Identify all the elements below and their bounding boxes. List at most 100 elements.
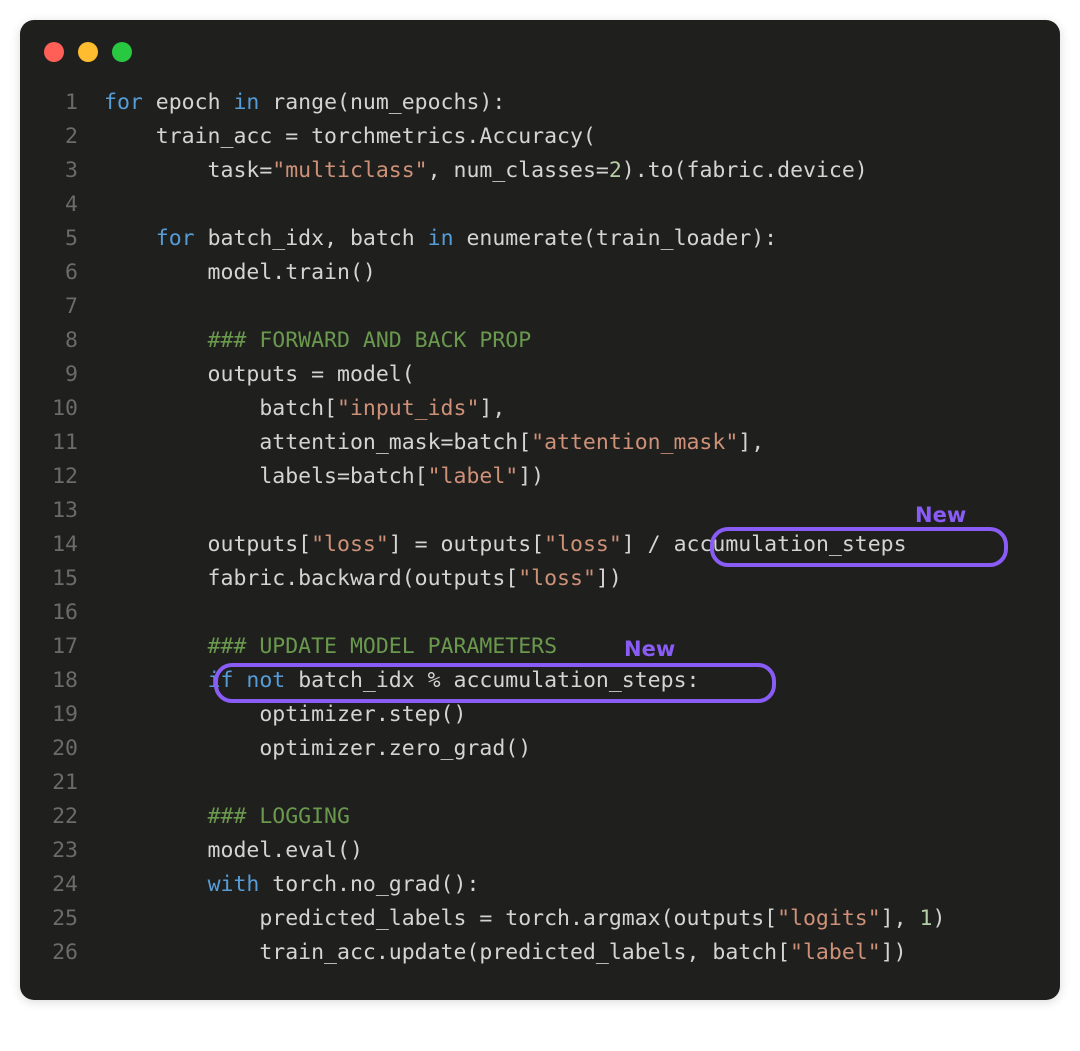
token-id: attention_mask=batch[ (104, 430, 531, 455)
code-text[interactable]: for batch_idx, batch in enumerate(train_… (104, 222, 1036, 256)
code-text[interactable]: for epoch in range(num_epochs): (104, 86, 1036, 120)
code-text[interactable]: attention_mask=batch["attention_mask"], (104, 426, 1036, 460)
token-id: ]) (518, 464, 544, 489)
code-line[interactable]: 26 train_acc.update(predicted_labels, ba… (32, 936, 1036, 970)
code-text[interactable]: ### LOGGING (104, 800, 1036, 834)
code-line[interactable]: 1for epoch in range(num_epochs): (32, 86, 1036, 120)
line-number: 13 (32, 494, 104, 528)
zoom-icon[interactable] (112, 42, 132, 62)
code-line[interactable]: 7 (32, 290, 1036, 324)
token-id: optimizer.zero_grad() (104, 736, 531, 761)
token-kw: in (233, 90, 259, 115)
code-text[interactable]: predicted_labels = torch.argmax(outputs[… (104, 902, 1036, 936)
token-id: ] / accumulation_steps (622, 532, 907, 557)
code-line[interactable]: 3 task="multiclass", num_classes=2).to(f… (32, 154, 1036, 188)
code-line[interactable]: 18 if not batch_idx % accumulation_steps… (32, 664, 1036, 698)
token-kw: with (208, 872, 260, 897)
code-line[interactable]: 5 for batch_idx, batch in enumerate(trai… (32, 222, 1036, 256)
code-text[interactable]: ### FORWARD AND BACK PROP (104, 324, 1036, 358)
token-id (104, 328, 208, 353)
token-id: ] = outputs[ (389, 532, 544, 557)
token-cmt: ### FORWARD AND BACK PROP (208, 328, 532, 353)
code-text[interactable]: model.train() (104, 256, 1036, 290)
code-line[interactable]: 20 optimizer.zero_grad() (32, 732, 1036, 766)
code-text[interactable]: batch["input_ids"], (104, 392, 1036, 426)
code-line[interactable]: 4 (32, 188, 1036, 222)
line-number: 20 (32, 732, 104, 766)
token-kw: if (208, 668, 234, 693)
token-kw: for (156, 226, 195, 251)
line-number: 22 (32, 800, 104, 834)
code-line[interactable]: 23 model.eval() (32, 834, 1036, 868)
code-text[interactable]: train_acc.update(predicted_labels, batch… (104, 936, 1036, 970)
token-id: ], (738, 430, 764, 455)
code-text[interactable]: if not batch_idx % accumulation_steps: (104, 664, 1036, 698)
code-line[interactable]: 19 optimizer.step() (32, 698, 1036, 732)
code-window: New New 1for epoch in range(num_epochs):… (20, 20, 1060, 1000)
line-number: 24 (32, 868, 104, 902)
code-text[interactable] (104, 494, 1036, 528)
code-text[interactable]: optimizer.zero_grad() (104, 732, 1036, 766)
code-text[interactable] (104, 596, 1036, 630)
code-text[interactable]: labels=batch["label"]) (104, 460, 1036, 494)
code-text[interactable]: task="multiclass", num_classes=2).to(fab… (104, 154, 1036, 188)
line-number: 1 (32, 86, 104, 120)
code-line[interactable]: 16 (32, 596, 1036, 630)
token-id: optimizer.step() (104, 702, 466, 727)
code-text[interactable]: fabric.backward(outputs["loss"]) (104, 562, 1036, 596)
code-line[interactable]: 12 labels=batch["label"]) (32, 460, 1036, 494)
code-line[interactable]: 25 predicted_labels = torch.argmax(outpu… (32, 902, 1036, 936)
code-text[interactable]: with torch.no_grad(): (104, 868, 1036, 902)
token-cmt: ### UPDATE MODEL PARAMETERS (208, 634, 558, 659)
minimize-icon[interactable] (78, 42, 98, 62)
token-id: outputs[ (104, 532, 311, 557)
code-text[interactable] (104, 766, 1036, 800)
code-text[interactable]: optimizer.step() (104, 698, 1036, 732)
token-id: train_acc = torchmetrics.Accuracy( (104, 124, 596, 149)
token-id: fabric.backward(outputs[ (104, 566, 518, 591)
code-text[interactable]: outputs["loss"] = outputs["loss"] / accu… (104, 528, 1036, 562)
token-id: labels=batch[ (104, 464, 428, 489)
code-line[interactable]: 21 (32, 766, 1036, 800)
code-text[interactable]: train_acc = torchmetrics.Accuracy( (104, 120, 1036, 154)
line-number: 23 (32, 834, 104, 868)
line-number: 6 (32, 256, 104, 290)
line-number: 10 (32, 392, 104, 426)
token-kw: in (428, 226, 454, 251)
line-number: 8 (32, 324, 104, 358)
code-line[interactable]: 17 ### UPDATE MODEL PARAMETERS (32, 630, 1036, 664)
code-line[interactable]: 14 outputs["loss"] = outputs["loss"] / a… (32, 528, 1036, 562)
code-area[interactable]: New New 1for epoch in range(num_epochs):… (20, 68, 1060, 1000)
line-number: 5 (32, 222, 104, 256)
token-id: batch_idx % accumulation_steps: (285, 668, 699, 693)
token-id: torch.no_grad(): (259, 872, 479, 897)
line-number: 16 (32, 596, 104, 630)
code-line[interactable]: 11 attention_mask=batch["attention_mask"… (32, 426, 1036, 460)
token-id: model.train() (104, 260, 376, 285)
code-text[interactable]: outputs = model( (104, 358, 1036, 392)
code-line[interactable]: 2 train_acc = torchmetrics.Accuracy( (32, 120, 1036, 154)
code-line[interactable]: 8 ### FORWARD AND BACK PROP (32, 324, 1036, 358)
code-line[interactable]: 24 with torch.no_grad(): (32, 868, 1036, 902)
token-id: , num_classes= (428, 158, 609, 183)
code-text[interactable]: model.eval() (104, 834, 1036, 868)
code-text[interactable]: ### UPDATE MODEL PARAMETERS (104, 630, 1036, 664)
code-line[interactable]: 6 model.train() (32, 256, 1036, 290)
token-kw: not (246, 668, 285, 693)
token-num: 2 (609, 158, 622, 183)
code-text[interactable] (104, 290, 1036, 324)
code-line[interactable]: 22 ### LOGGING (32, 800, 1036, 834)
line-number: 11 (32, 426, 104, 460)
token-str: "logits" (777, 906, 881, 931)
code-line[interactable]: 9 outputs = model( (32, 358, 1036, 392)
code-line[interactable]: 13 (32, 494, 1036, 528)
close-icon[interactable] (44, 42, 64, 62)
line-number: 19 (32, 698, 104, 732)
code-line[interactable]: 15 fabric.backward(outputs["loss"]) (32, 562, 1036, 596)
line-number: 9 (32, 358, 104, 392)
token-id (104, 668, 208, 693)
token-kw: for (104, 90, 143, 115)
code-line[interactable]: 10 batch["input_ids"], (32, 392, 1036, 426)
line-number: 26 (32, 936, 104, 970)
code-text[interactable] (104, 188, 1036, 222)
